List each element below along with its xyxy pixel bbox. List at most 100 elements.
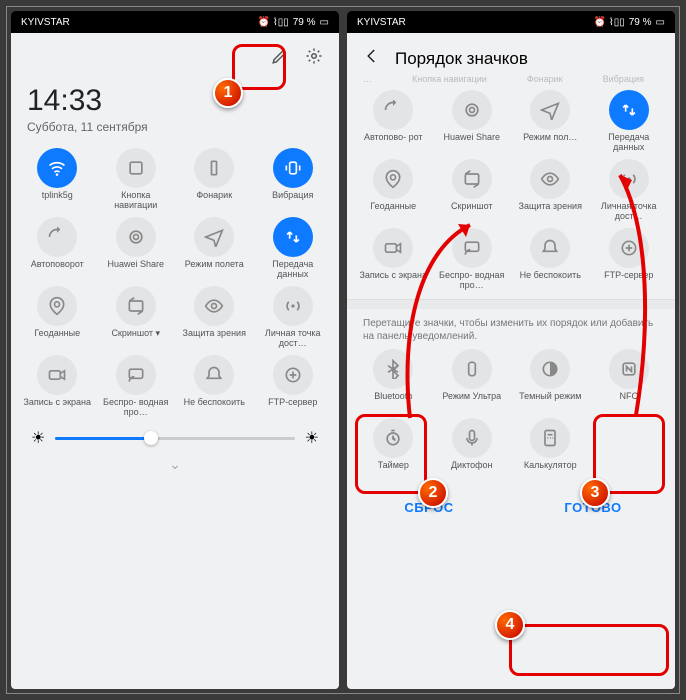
vibrate-icon bbox=[273, 148, 313, 188]
qs-tile-dnd[interactable]: Не беспокоить bbox=[512, 228, 589, 291]
tile-label: Диктофон bbox=[451, 461, 493, 481]
qs-tile-torch[interactable]: Фонарик bbox=[176, 148, 253, 211]
brightness-low-icon: ☀ bbox=[31, 428, 45, 448]
eye-icon bbox=[530, 159, 570, 199]
qs-tile-geo[interactable]: Геоданные bbox=[355, 159, 432, 222]
carrier: KYIVSTAR bbox=[21, 17, 70, 28]
qs-tile-bt[interactable]: Bluetooth bbox=[355, 349, 432, 412]
plane-icon bbox=[530, 90, 570, 130]
tile-label: Запись с экрана bbox=[23, 398, 91, 418]
qs-tile-shot[interactable]: Скриншот bbox=[434, 159, 511, 222]
tile-label: Кнопка навигации bbox=[101, 191, 171, 211]
qs-tile-cast[interactable]: Беспро- водная про… bbox=[434, 228, 511, 291]
dnd-icon bbox=[530, 228, 570, 268]
eye-icon bbox=[194, 286, 234, 326]
qs-tile-cast[interactable]: Беспро- водная про… bbox=[98, 355, 175, 418]
qs-tile-ultra[interactable]: Режим Ультра bbox=[434, 349, 511, 412]
ftp-icon bbox=[609, 228, 649, 268]
tile-label: FTP-сервер bbox=[268, 398, 317, 418]
geo-icon bbox=[37, 286, 77, 326]
data-icon bbox=[273, 217, 313, 257]
rec-icon bbox=[37, 355, 77, 395]
qs-tile-eye[interactable]: Защита зрения bbox=[176, 286, 253, 349]
share-icon bbox=[116, 217, 156, 257]
qs-tile-dark[interactable]: Темный режим bbox=[512, 349, 589, 412]
done-button[interactable]: ГОТОВО bbox=[511, 485, 675, 529]
tile-label: Таймер bbox=[378, 461, 409, 481]
tile-label: Фонарик bbox=[196, 191, 232, 211]
back-icon[interactable] bbox=[363, 47, 381, 70]
ftp-icon bbox=[273, 355, 313, 395]
nfc-icon bbox=[609, 349, 649, 389]
qs-tile-calc[interactable]: Калькулятор bbox=[512, 418, 589, 481]
tile-label: Геоданные bbox=[370, 202, 416, 222]
data-icon bbox=[609, 90, 649, 130]
tile-label: Автоповорот bbox=[31, 260, 84, 280]
qs-tile-data[interactable]: Передача данных bbox=[591, 90, 668, 153]
qs-tile-nfc[interactable]: NFC bbox=[591, 349, 668, 412]
tile-label: Huawei Share bbox=[443, 133, 500, 153]
qs-tile-rec[interactable]: Запись с экрана bbox=[355, 228, 432, 291]
tile-label: Беспро- водная про… bbox=[101, 398, 171, 418]
tile-label: Защита зрения bbox=[183, 329, 246, 349]
qs-tile-shot[interactable]: Скриншот ▾ bbox=[98, 286, 175, 349]
qs-tile-ftp[interactable]: FTP-сервер bbox=[255, 355, 332, 418]
qs-tile-data[interactable]: Передача данных bbox=[255, 217, 332, 280]
qs-tile-eye[interactable]: Защита зрения bbox=[512, 159, 589, 222]
qs-tile-plane[interactable]: Режим полета bbox=[176, 217, 253, 280]
qs-tile-geo[interactable]: Геоданные bbox=[19, 286, 96, 349]
edit-icon[interactable] bbox=[271, 47, 289, 70]
reset-button[interactable]: СБРОС bbox=[347, 485, 511, 529]
mic-icon bbox=[452, 418, 492, 458]
status-bar: KYIVSTAR ⏰ ⌇▯▯79 %▭ bbox=[347, 11, 675, 33]
page-title: Порядок значков bbox=[395, 49, 528, 69]
tile-label: Запись с экрана bbox=[359, 271, 427, 291]
share-icon bbox=[452, 90, 492, 130]
tile-label: Режим Ультра bbox=[442, 392, 501, 412]
tile-label: Не беспокоить bbox=[520, 271, 581, 291]
qs-tile-wifi[interactable]: tplink5g bbox=[19, 148, 96, 211]
cast-icon bbox=[452, 228, 492, 268]
tile-label: Беспро- водная про… bbox=[437, 271, 507, 291]
qs-tile-rec[interactable]: Запись с экрана bbox=[19, 355, 96, 418]
tile-label: Bluetooth bbox=[374, 392, 412, 412]
tile-label: Защита зрения bbox=[519, 202, 582, 222]
geo-icon bbox=[373, 159, 413, 199]
qs-tile-vibrate[interactable]: Вибрация bbox=[255, 148, 332, 211]
rotate-icon bbox=[373, 90, 413, 130]
dnd-icon bbox=[194, 355, 234, 395]
tile-label: Huawei Share bbox=[107, 260, 164, 280]
qs-tile-share[interactable]: Huawei Share bbox=[434, 90, 511, 153]
phone-right: KYIVSTAR ⏰ ⌇▯▯79 %▭ Порядок значков …Кно… bbox=[347, 11, 675, 689]
qs-tile-mic[interactable]: Диктофон bbox=[434, 418, 511, 481]
hotspot-icon bbox=[609, 159, 649, 199]
qs-tile-hotspot[interactable]: Личная точка дост… bbox=[255, 286, 332, 349]
tile-label: Вибрация bbox=[272, 191, 313, 211]
tile-label: Передача данных bbox=[594, 133, 664, 153]
qs-tile-timer[interactable]: Таймер bbox=[355, 418, 432, 481]
drag-handle-icon[interactable]: ⌄ bbox=[17, 454, 333, 473]
tile-label: Личная точка дост… bbox=[258, 329, 328, 349]
qs-tile-hotspot[interactable]: Личная точка дост… bbox=[591, 159, 668, 222]
tile-label: NFC bbox=[620, 392, 639, 412]
qs-tile-share[interactable]: Huawei Share bbox=[98, 217, 175, 280]
ultra-icon bbox=[452, 349, 492, 389]
qs-tile-rotate[interactable]: Автопово- рот bbox=[355, 90, 432, 153]
hint-text: Перетащите значки, чтобы изменить их пор… bbox=[353, 309, 669, 349]
qs-tile-plane[interactable]: Режим пол… bbox=[512, 90, 589, 153]
wifi-icon bbox=[37, 148, 77, 188]
shot-icon bbox=[116, 286, 156, 326]
qs-tile-dnd[interactable]: Не беспокоить bbox=[176, 355, 253, 418]
qs-tile-nav[interactable]: Кнопка навигации bbox=[98, 148, 175, 211]
bt-icon bbox=[373, 349, 413, 389]
tile-label: Скриншот bbox=[451, 202, 493, 222]
brightness-slider[interactable]: ☀ ☀ bbox=[17, 422, 333, 454]
tile-label: Личная точка дост… bbox=[594, 202, 664, 222]
torch-icon bbox=[194, 148, 234, 188]
qs-tile-ftp[interactable]: FTP-сервер bbox=[591, 228, 668, 291]
qs-tile-rotate[interactable]: Автоповорот bbox=[19, 217, 96, 280]
nav-icon bbox=[116, 148, 156, 188]
gear-icon[interactable] bbox=[305, 47, 323, 70]
rotate-icon bbox=[37, 217, 77, 257]
tile-label: Режим полета bbox=[185, 260, 244, 280]
